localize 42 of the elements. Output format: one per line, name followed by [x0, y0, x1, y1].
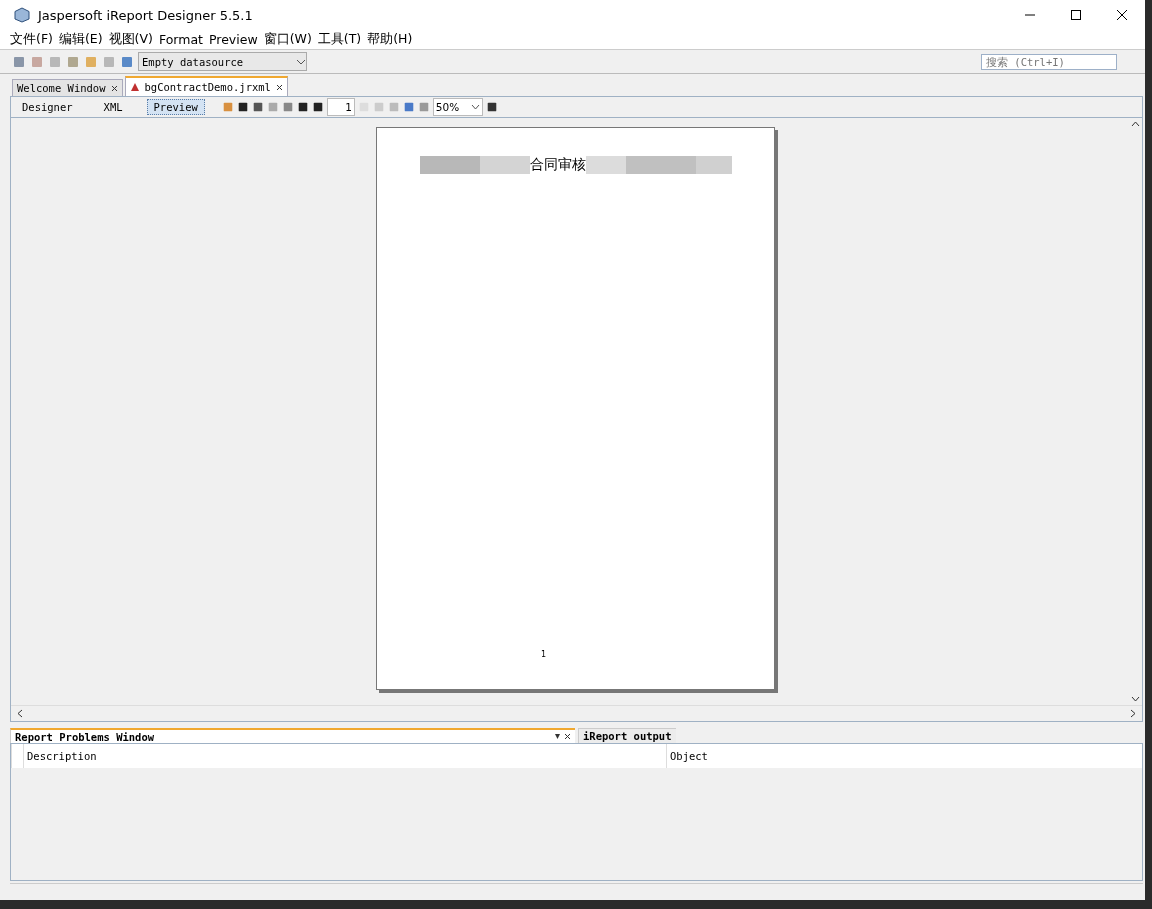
- chevron-down-icon[interactable]: [1130, 696, 1140, 702]
- tab-label: Welcome Window: [17, 82, 106, 94]
- tab-label: iReport output: [583, 730, 672, 742]
- panel-tab[interactable]: iReport output: [578, 728, 676, 743]
- report-icon: [129, 82, 140, 92]
- close-icon[interactable]: [564, 733, 571, 740]
- menu-item[interactable]: 帮助(H): [367, 31, 413, 48]
- menu-item[interactable]: Preview: [209, 32, 258, 47]
- tab-label: Report Problems Window: [15, 730, 155, 743]
- view-tab[interactable]: XML: [96, 99, 130, 115]
- chevron-left-icon[interactable]: [17, 709, 23, 718]
- chevron-down-icon: [296, 58, 306, 65]
- column-header[interactable]: Description: [23, 744, 666, 768]
- view-tab[interactable]: Designer: [15, 99, 80, 115]
- chevron-down-icon: [470, 104, 480, 110]
- close-icon[interactable]: [275, 83, 283, 91]
- menu-item[interactable]: 编辑(E): [58, 31, 103, 48]
- menu-item[interactable]: 窗口(W): [263, 31, 312, 48]
- column-header[interactable]: Object: [666, 744, 1142, 768]
- window-title: Jaspersoft iReport Designer 5.5.1: [38, 7, 253, 23]
- menu-item[interactable]: Format: [158, 32, 203, 47]
- cube-icon: [14, 7, 30, 23]
- view-tab[interactable]: Preview: [146, 99, 205, 115]
- search-field[interactable]: 搜索 (Ctrl+I): [981, 53, 1117, 70]
- document-tab[interactable]: bgContractDemo.jrxml: [124, 76, 288, 96]
- chevron-up-icon[interactable]: [1130, 121, 1140, 127]
- close-icon[interactable]: [110, 84, 118, 92]
- menu-item[interactable]: 文件(F): [10, 31, 53, 48]
- menu-item[interactable]: 工具(T): [317, 31, 362, 48]
- tab-label: bgContractDemo.jrxml: [144, 81, 271, 93]
- pin-icon[interactable]: [554, 733, 561, 740]
- maximize-icon: [1070, 9, 1082, 21]
- close-icon: [1116, 9, 1128, 21]
- datasource-select[interactable]: Empty datasource: [138, 52, 307, 71]
- report-title: 合同审核: [529, 156, 586, 174]
- page-number: 1: [540, 650, 547, 659]
- zoom-select[interactable]: 50%: [432, 98, 483, 116]
- chevron-right-icon[interactable]: [1130, 709, 1136, 718]
- menu-item[interactable]: 视图(V): [108, 31, 153, 48]
- document-tab[interactable]: Welcome Window: [12, 79, 123, 96]
- panel-tab[interactable]: Report Problems Window: [10, 728, 575, 743]
- page-field[interactable]: 1: [326, 98, 355, 116]
